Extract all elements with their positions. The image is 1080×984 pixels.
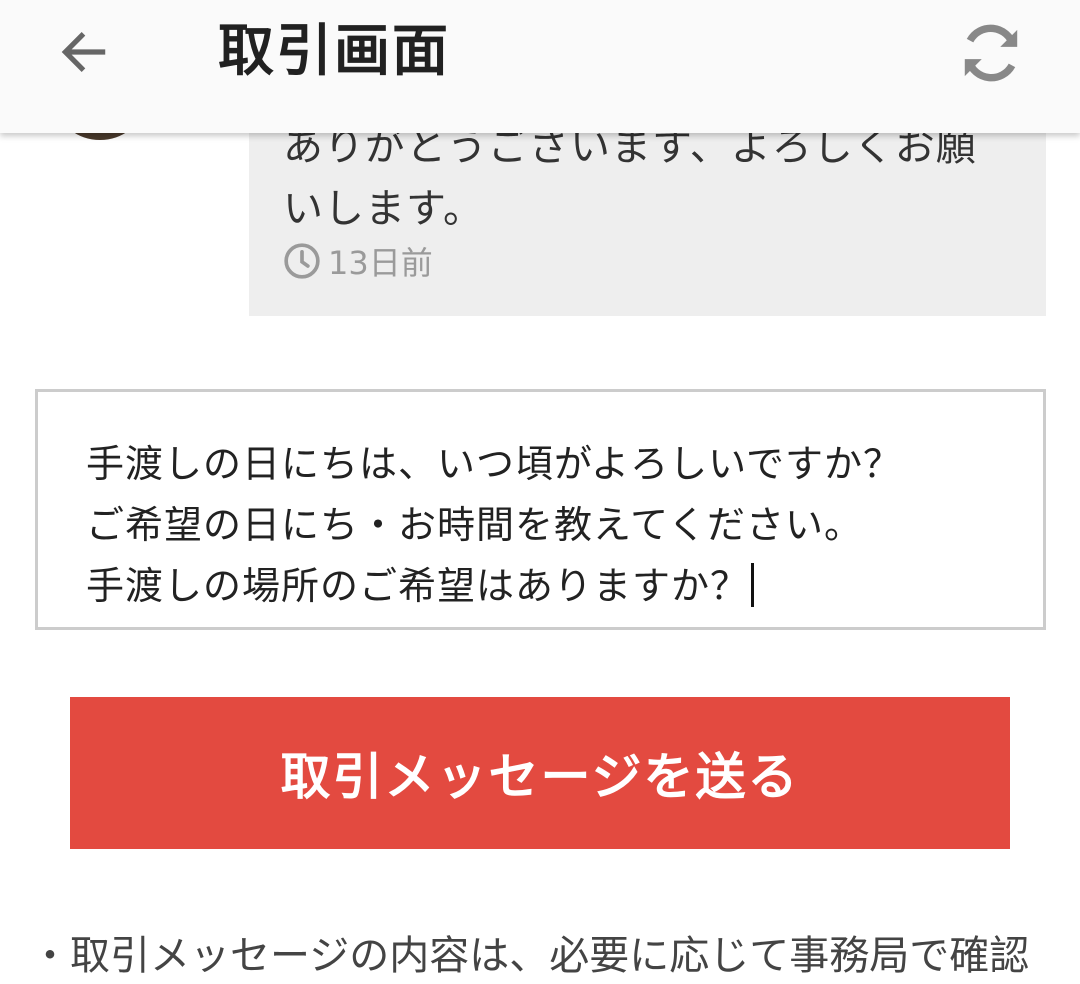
refresh-icon[interactable] [954,16,1028,90]
notice-text: ・取引メッセージの内容は、必要に応じて事務局で確認 [30,933,1030,979]
text-cursor [751,563,755,607]
message-text: ありがとうございます、よろしくお願いします。 [283,124,977,232]
message-input-value: 手渡しの日にちは、いつ頃がよろしいですか？ ご希望の日にち・お時間を教えてくださ… [86,442,902,608]
page-title: 取引画面 [218,19,450,84]
send-message-button[interactable]: 取引メッセージを送る [70,697,1010,849]
send-message-label: 取引メッセージを送る [280,748,800,806]
app-bar: 取引画面 [0,0,1080,133]
arrow-left-icon[interactable] [56,24,112,80]
message-timestamp: 13日前 [282,238,433,284]
clock-icon [284,243,320,279]
message-textarea[interactable]: 手渡しの日にちは、いつ頃がよろしいですか？ ご希望の日にち・お時間を教えてくださ… [35,389,1046,630]
message-time-label: 13日前 [328,244,433,282]
